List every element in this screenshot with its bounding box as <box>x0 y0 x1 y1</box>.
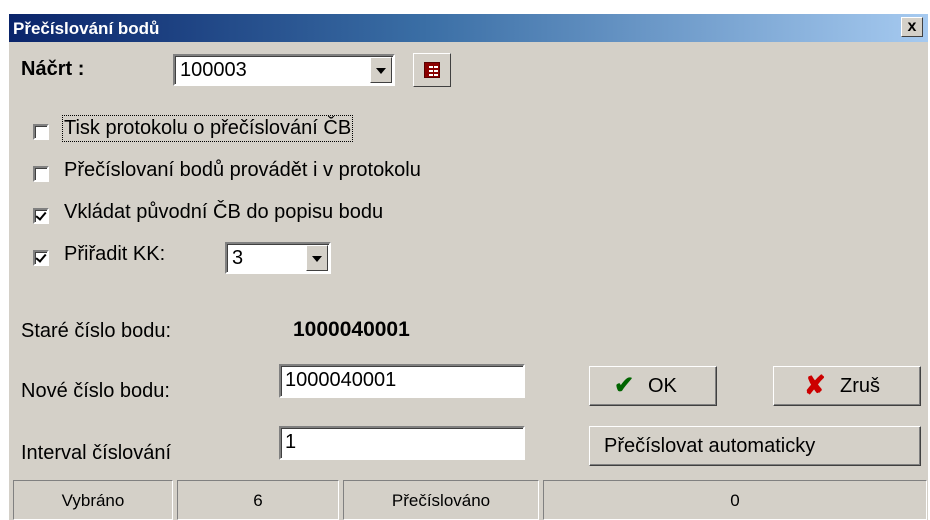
cancel-label: Zruš <box>840 375 880 397</box>
cancel-button[interactable]: ✘ Zruš <box>773 366 921 406</box>
table-grid-button[interactable] <box>413 53 451 87</box>
sketch-value: 100003 <box>180 59 247 81</box>
auto-renumber-button[interactable]: Přečíslovat automaticky <box>589 426 921 466</box>
status-bar: Vybráno 6 Přečíslováno 0 <box>9 478 928 520</box>
renumber-in-protocol-checkbox[interactable] <box>33 166 49 182</box>
kk-select[interactable]: 3 <box>225 242 331 274</box>
assign-kk-label[interactable]: Přiřadit KK: <box>64 243 165 266</box>
renumber-dialog: Přečíslování bodů x Náčrt : 100003 Tisk … <box>8 14 928 520</box>
renumbered-label: Přečíslováno <box>343 480 539 520</box>
old-number-value: 1000040001 <box>293 318 410 341</box>
check-icon: ✔ <box>614 372 635 399</box>
ok-label: OK <box>648 375 677 397</box>
interval-input[interactable]: 1 <box>279 426 525 460</box>
close-icon: ✘ <box>804 370 826 400</box>
selected-label: Vybráno <box>13 480 173 520</box>
interval-label: Interval číslování <box>21 442 172 464</box>
print-protocol-label[interactable]: Tisk protokolu o přečíslování ČB <box>61 115 354 142</box>
title-bar: Přečíslování bodů x <box>9 14 928 42</box>
insert-original-label[interactable]: Vkládat původní ČB do popisu bodu <box>64 201 383 224</box>
close-button[interactable]: x <box>901 17 923 37</box>
selected-count: 6 <box>177 480 339 520</box>
sketch-select[interactable]: 100003 <box>173 54 395 86</box>
ok-button[interactable]: ✔ OK <box>589 366 717 406</box>
chevron-down-icon[interactable] <box>306 245 328 271</box>
new-number-input[interactable]: 1000040001 <box>279 364 525 398</box>
assign-kk-checkbox[interactable] <box>33 250 49 266</box>
renumbered-count: 0 <box>543 480 927 520</box>
auto-renumber-label: Přečíslovat automaticky <box>604 435 816 457</box>
insert-original-checkbox[interactable] <box>33 208 49 224</box>
window-title: Přečíslování bodů <box>13 19 160 38</box>
chevron-down-icon[interactable] <box>370 57 392 83</box>
table-grid-icon <box>424 62 440 78</box>
old-number-label: Staré číslo bodu: <box>21 320 172 342</box>
kk-value: 3 <box>232 247 244 269</box>
renumber-in-protocol-label[interactable]: Přečíslovaní bodů provádět i v protokolu <box>64 159 421 182</box>
new-number-label: Nové číslo bodu: <box>21 380 170 402</box>
print-protocol-checkbox[interactable] <box>33 124 49 140</box>
sketch-label: Náčrt : <box>21 58 85 80</box>
